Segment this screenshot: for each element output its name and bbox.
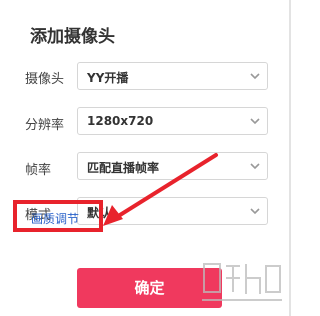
- add-camera-dialog: 添加摄像头 摄像头 YY开播 分辨率 1280x720 帧率 匹配直播帧率 模式…: [0, 0, 291, 316]
- watermark-logo-icon: [202, 263, 282, 301]
